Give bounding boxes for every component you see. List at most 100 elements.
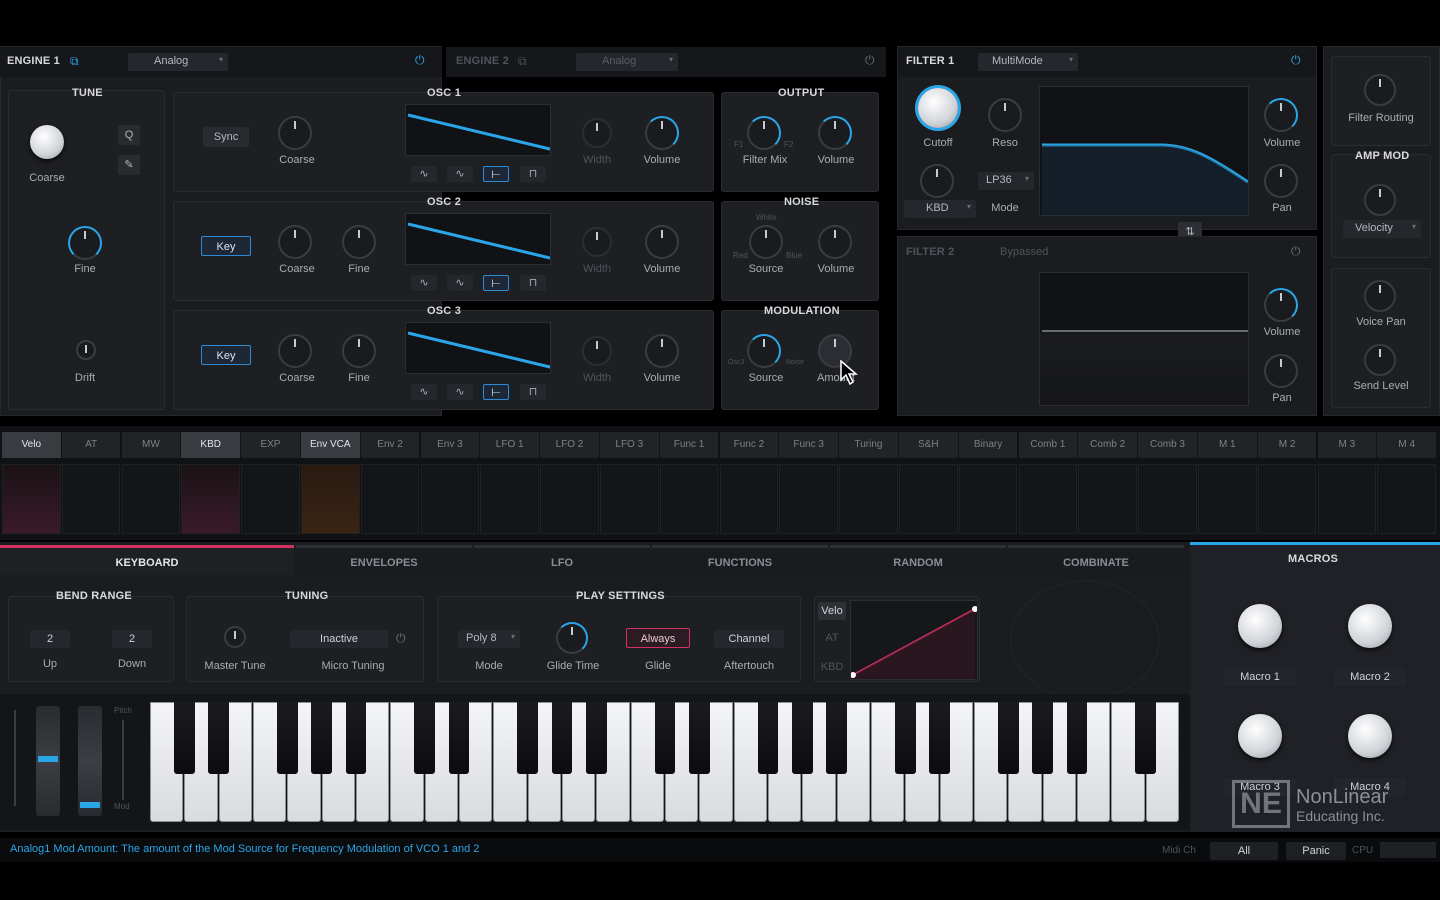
mod-slot-12[interactable]: [719, 464, 779, 534]
osc3-width-knob[interactable]: [582, 336, 612, 366]
mod-tab-13[interactable]: Func 3: [779, 432, 838, 458]
mod-tab-23[interactable]: M 4: [1377, 432, 1436, 458]
pencil-icon[interactable]: ✎: [118, 155, 140, 175]
midi-ch-value[interactable]: All: [1210, 842, 1278, 860]
mod-tab-15[interactable]: S&H: [899, 432, 958, 458]
tune-coarse-knob[interactable]: [30, 125, 64, 159]
mod-tab-17[interactable]: Comb 1: [1018, 432, 1078, 458]
osc3-volume-knob[interactable]: [645, 334, 679, 368]
mod-slot-11[interactable]: [659, 464, 719, 534]
master-tune-knob[interactable]: [224, 626, 246, 648]
mod-tab-20[interactable]: M 1: [1198, 432, 1257, 458]
mod-tab-10[interactable]: LFO 3: [600, 432, 659, 458]
pitch-wheel[interactable]: [36, 706, 60, 816]
mod-slot-0[interactable]: [2, 464, 61, 534]
mod-slot-2[interactable]: [121, 464, 181, 534]
macro3-knob[interactable]: [1238, 714, 1282, 758]
black-key[interactable]: [792, 702, 813, 774]
black-key[interactable]: [654, 702, 676, 774]
glide-time-knob[interactable]: [556, 622, 588, 654]
macro4-knob[interactable]: [1348, 714, 1392, 758]
mod-tab-21[interactable]: M 2: [1257, 432, 1317, 458]
osc2-key-button[interactable]: Key: [201, 236, 251, 256]
bottom-tab-2[interactable]: LFO: [474, 545, 650, 575]
osc1-saw-button[interactable]: ⊢: [483, 166, 509, 182]
piano-keyboard[interactable]: [150, 702, 1180, 824]
osc3-sine-button[interactable]: ∿: [411, 384, 437, 400]
mod-tab-5[interactable]: Env VCA: [301, 432, 360, 458]
mod-slot-19[interactable]: [1138, 464, 1197, 534]
osc1-square-button[interactable]: ⊓: [520, 166, 546, 182]
black-key[interactable]: [277, 702, 298, 774]
black-key[interactable]: [448, 702, 470, 774]
panic-button[interactable]: Panic: [1286, 842, 1346, 860]
noise-volume-knob[interactable]: [818, 225, 852, 259]
mod-slot-7[interactable]: [420, 464, 480, 534]
black-key[interactable]: [586, 702, 607, 774]
mod-slot-1[interactable]: [61, 464, 121, 534]
mod-slot-22[interactable]: [1317, 464, 1377, 534]
osc2-saw-button[interactable]: ⊢: [483, 275, 509, 291]
osc1-tri-button[interactable]: ∿: [447, 166, 473, 182]
mod-tab-12[interactable]: Func 2: [719, 432, 779, 458]
macro2-knob[interactable]: [1348, 604, 1392, 648]
glide-always-button[interactable]: Always: [626, 628, 690, 648]
black-key[interactable]: [551, 702, 573, 774]
filter1-pan-knob[interactable]: [1264, 164, 1298, 198]
play-mode-dropdown[interactable]: Poly 8: [458, 630, 520, 648]
mod-tab-3[interactable]: KBD: [181, 432, 240, 458]
mod-slot-9[interactable]: [540, 464, 599, 534]
black-key[interactable]: [517, 702, 538, 774]
reso-knob[interactable]: [988, 98, 1022, 132]
mod-slot-23[interactable]: [1377, 464, 1436, 534]
mod-slot-17[interactable]: [1018, 464, 1078, 534]
black-key[interactable]: [689, 702, 710, 774]
filter2-power-icon[interactable]: ⏻: [1291, 244, 1301, 259]
voice-pan-knob[interactable]: [1364, 280, 1396, 312]
osc3-tri-button[interactable]: ∿: [447, 384, 473, 400]
curve-kbd-tab[interactable]: KBD: [818, 661, 846, 673]
black-key[interactable]: [826, 702, 847, 774]
bottom-tab-5[interactable]: COMBINATE: [1008, 545, 1184, 575]
osc3-coarse-knob[interactable]: [278, 334, 312, 368]
osc3-saw-button[interactable]: ⊢: [483, 384, 509, 400]
mod-tab-6[interactable]: Env 2: [360, 432, 420, 458]
osc2-coarse-knob[interactable]: [278, 225, 312, 259]
noise-source-knob[interactable]: [749, 225, 783, 259]
mod-slot-8[interactable]: [480, 464, 539, 534]
mod-wheel[interactable]: [78, 706, 102, 816]
velocity-dropdown[interactable]: Velocity: [1343, 220, 1421, 238]
mod-slot-6[interactable]: [360, 464, 420, 534]
filter1-volume-knob[interactable]: [1264, 98, 1298, 132]
aftertouch-channel-value[interactable]: Channel: [714, 630, 784, 648]
mod-slot-21[interactable]: [1257, 464, 1317, 534]
mod-tab-2[interactable]: MW: [121, 432, 181, 458]
micro-tuning-power-icon[interactable]: ⏻: [396, 631, 406, 646]
black-key[interactable]: [414, 702, 435, 774]
filter-mix-knob[interactable]: [747, 116, 781, 150]
mod-slot-4[interactable]: [241, 464, 300, 534]
mod-tab-4[interactable]: EXP: [241, 432, 300, 458]
mod-tab-14[interactable]: Turing: [839, 432, 898, 458]
mod-tab-11[interactable]: Func 1: [659, 432, 719, 458]
osc1-volume-knob[interactable]: [645, 116, 679, 150]
mod-slot-15[interactable]: [899, 464, 958, 534]
modulation-source-knob[interactable]: [747, 334, 781, 368]
cutoff-knob[interactable]: [918, 88, 958, 128]
black-key[interactable]: [174, 702, 195, 774]
mod-slot-3[interactable]: [181, 464, 240, 534]
engine2-type-dropdown[interactable]: Analog: [576, 53, 678, 71]
osc2-tri-button[interactable]: ∿: [447, 275, 473, 291]
curve-at-tab[interactable]: AT: [818, 632, 846, 644]
mod-slot-20[interactable]: [1198, 464, 1257, 534]
tune-fine-knob[interactable]: [68, 226, 102, 260]
bottom-tab-4[interactable]: RANDOM: [830, 545, 1006, 575]
mod-tab-8[interactable]: LFO 1: [480, 432, 539, 458]
mod-slot-16[interactable]: [958, 464, 1018, 534]
quantize-button[interactable]: Q: [118, 125, 140, 145]
osc3-fine-knob[interactable]: [342, 334, 376, 368]
macro2-label[interactable]: Macro 2: [1334, 668, 1406, 686]
velocity-knob[interactable]: [1364, 184, 1396, 216]
kbd-dropdown[interactable]: KBD: [904, 200, 976, 218]
filter1-mode-dropdown[interactable]: MultiMode: [978, 53, 1078, 71]
